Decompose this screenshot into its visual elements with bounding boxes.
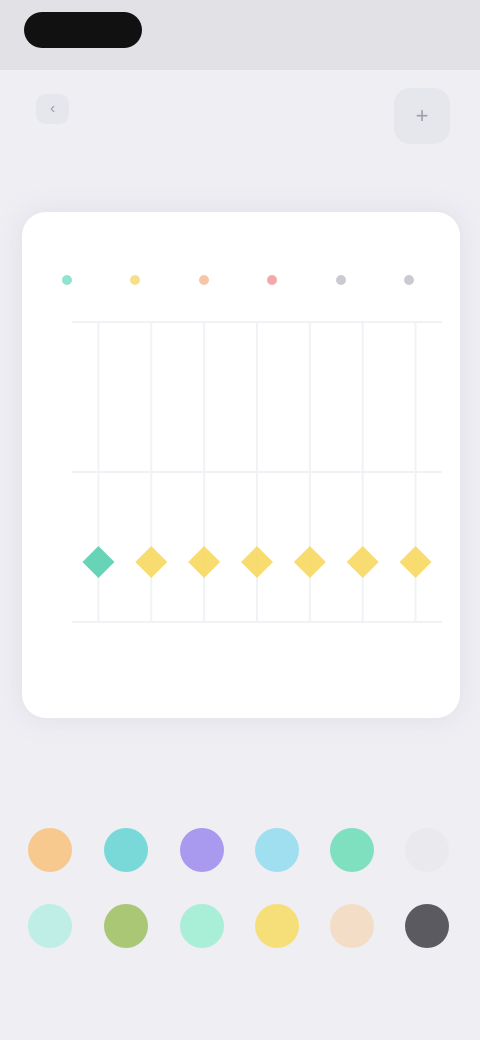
- legend-swatch: [198, 275, 209, 285]
- data-point[interactable]: [188, 546, 221, 578]
- legend-swatch: [130, 275, 141, 285]
- color-swatch-dark-gray[interactable]: [405, 904, 449, 948]
- back-button[interactable]: ‹: [36, 94, 70, 124]
- legend-item: [198, 275, 215, 285]
- legend-swatch: [62, 275, 72, 285]
- data-point[interactable]: [241, 546, 273, 578]
- color-swatch-teal[interactable]: [104, 828, 148, 872]
- scatter-chart: [72, 321, 442, 623]
- legend-swatch: [267, 275, 278, 285]
- data-point[interactable]: [346, 546, 379, 578]
- color-swatch-seafoam[interactable]: [180, 904, 224, 948]
- legend-swatch: [335, 275, 346, 285]
- legend-item: [130, 275, 146, 285]
- data-point[interactable]: [82, 546, 115, 578]
- chart-legend: [62, 270, 420, 290]
- legend-item: [335, 275, 352, 285]
- legend-item: [403, 275, 420, 285]
- color-swatch-aqua[interactable]: [28, 904, 72, 948]
- status-bar: [0, 0, 480, 70]
- color-swatch-olive[interactable]: [104, 904, 148, 948]
- legend-swatch: [403, 275, 414, 285]
- color-swatch-mint[interactable]: [330, 828, 374, 872]
- color-swatch-peach[interactable]: [330, 904, 374, 948]
- color-swatch-yellow[interactable]: [255, 904, 299, 948]
- legend-item: [62, 275, 78, 285]
- color-swatch-light-gray[interactable]: [405, 828, 449, 872]
- data-point[interactable]: [135, 546, 168, 578]
- status-time-pill: [24, 12, 142, 48]
- color-swatch-orange[interactable]: [28, 828, 72, 872]
- data-point[interactable]: [399, 546, 432, 578]
- plus-icon: +: [415, 103, 429, 128]
- color-swatch-purple[interactable]: [180, 828, 224, 872]
- color-palette: [0, 810, 480, 990]
- data-point[interactable]: [293, 546, 326, 578]
- color-swatch-sky[interactable]: [255, 828, 299, 872]
- navigation-bar: ‹ +: [0, 70, 480, 150]
- chart-card: [22, 212, 460, 718]
- add-button[interactable]: +: [394, 88, 450, 144]
- chevron-left-icon: ‹: [50, 100, 56, 117]
- legend-item: [267, 275, 283, 285]
